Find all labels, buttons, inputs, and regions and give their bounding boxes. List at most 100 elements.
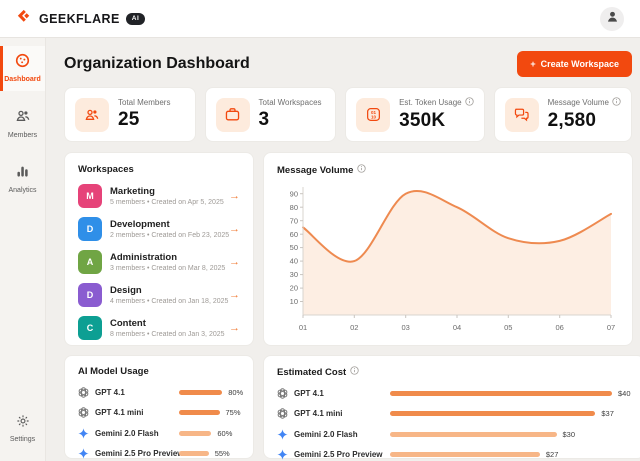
model-name: GPT 4.1 mini — [95, 408, 179, 417]
gemini-icon — [78, 428, 90, 439]
message-volume-panel: Message Volume 1020304050607080900102030… — [263, 152, 633, 346]
bottom-row: AI Model Usage GPT 4.180%GPT 4.1 mini75%… — [64, 355, 632, 459]
app-header: GEEKFLARE AI — [0, 0, 640, 38]
workspaces-title: Workspaces — [78, 164, 240, 175]
sidebar-item-analytics[interactable]: Analytics — [0, 157, 45, 202]
person-icon — [605, 9, 620, 29]
sidebar-spacer — [0, 212, 45, 407]
svg-text:90: 90 — [290, 189, 298, 198]
openai-icon — [277, 408, 289, 419]
middle-row: Workspaces MMarketing5 members • Created… — [64, 152, 632, 346]
stat-label: Message Volume — [548, 97, 621, 108]
openai-icon — [78, 407, 90, 418]
svg-text:50: 50 — [290, 243, 298, 252]
arrow-right-icon[interactable]: → — [229, 224, 240, 235]
stat-card-total-workspaces: Total Workspaces3 — [205, 87, 337, 142]
model-name: GPT 4.1 — [95, 388, 179, 397]
brand-ai-badge: AI — [126, 13, 146, 25]
brand-name: GEEKFLARE — [39, 12, 120, 26]
page-title: Organization Dashboard — [64, 55, 250, 73]
workspace-avatar: D — [78, 217, 102, 241]
model-value: 60% — [217, 429, 232, 438]
estimated-cost-row: GPT 4.1$40 — [277, 388, 631, 399]
arrow-right-icon[interactable]: → — [229, 323, 240, 334]
model-bar — [390, 391, 612, 396]
stat-value: 25 — [118, 109, 170, 131]
model-bar — [179, 410, 220, 415]
create-workspace-label: Create Workspace — [541, 59, 619, 69]
plus-icon: + — [530, 59, 535, 69]
workspace-name: Administration — [110, 252, 221, 263]
ai-model-usage-panel: AI Model Usage GPT 4.180%GPT 4.1 mini75%… — [64, 355, 254, 459]
arrow-right-icon[interactable]: → — [229, 257, 240, 268]
stat-card-est-token-usage: 0110 Est. Token Usage 350K — [345, 87, 485, 142]
create-workspace-button[interactable]: + Create Workspace — [517, 51, 632, 77]
svg-text:07: 07 — [607, 323, 615, 332]
model-bar — [390, 452, 540, 457]
gemini-icon — [277, 429, 289, 440]
svg-text:02: 02 — [350, 323, 358, 332]
workspace-row-administration: AAdministration3 members • Created on Ma… — [78, 250, 240, 274]
members-icon — [75, 98, 109, 132]
info-icon[interactable] — [465, 97, 474, 108]
stat-label: Est. Token Usage — [399, 97, 474, 108]
model-value: $30 — [563, 430, 576, 439]
members-icon — [15, 108, 31, 129]
workspace-list: MMarketing5 members • Created on Apr 5, … — [78, 184, 240, 340]
workspace-name: Content — [110, 318, 221, 329]
workspace-row-marketing: MMarketing5 members • Created on Apr 5, … — [78, 184, 240, 208]
stats-row: Total Members25Total Workspaces30110Est.… — [64, 87, 632, 142]
sidebar-item-settings[interactable]: Settings — [0, 407, 45, 451]
gemini-icon — [277, 449, 289, 460]
model-name: Gemini 2.0 Flash — [95, 429, 179, 438]
model-value: $40 — [618, 389, 631, 398]
estimated-cost-row: Gemini 2.0 Flash$30 — [277, 429, 631, 440]
svg-text:04: 04 — [453, 323, 461, 332]
model-usage-row: Gemini 2.5 Pro Preview55% — [78, 448, 240, 459]
svg-text:40: 40 — [290, 257, 298, 266]
workspace-row-content: CContent8 members • Created on Jan 3, 20… — [78, 316, 240, 340]
stat-value: 350K — [399, 110, 474, 132]
workspace-avatar: C — [78, 316, 102, 340]
model-usage-row: Gemini 2.0 Flash 60% — [78, 428, 240, 439]
sidebar-item-label: Members — [8, 132, 37, 139]
svg-text:05: 05 — [504, 323, 512, 332]
model-bar — [390, 411, 595, 416]
chat-icon — [505, 98, 539, 132]
sidebar-item-members[interactable]: Members — [0, 101, 45, 147]
workspace-row-development: D Development 2 members • Created on Feb 2… — [78, 217, 240, 241]
svg-text:03: 03 — [402, 323, 410, 332]
token-icon: 0110 — [356, 98, 390, 132]
workspace-avatar: D — [78, 283, 102, 307]
info-icon[interactable] — [357, 164, 366, 176]
svg-text:01: 01 — [299, 323, 307, 332]
workspace-meta: 4 members • Created on Jan 18, 2025 — [110, 298, 221, 305]
model-name: Gemini 2.5 Pro Preview — [294, 450, 390, 459]
stat-value: 3 — [259, 109, 322, 131]
brand-logo[interactable]: GEEKFLARE AI — [16, 8, 145, 30]
info-icon[interactable] — [612, 97, 621, 108]
arrow-right-icon[interactable]: → — [229, 290, 240, 301]
info-icon[interactable] — [350, 366, 359, 378]
title-row: Organization Dashboard + Create Workspac… — [64, 51, 632, 77]
estimated-cost-list: GPT 4.1$40GPT 4.1 mini$37Gemini 2.0 Flas… — [277, 388, 631, 461]
settings-icon — [16, 414, 30, 433]
model-name: GPT 4.1 mini — [294, 409, 390, 418]
workspace-meta: 2 members • Created on Feb 23, 2025 — [110, 232, 221, 239]
openai-icon — [277, 388, 289, 399]
workspace-name: Design — [110, 285, 221, 296]
user-avatar[interactable] — [600, 7, 624, 31]
model-usage-row: GPT 4.1 mini 75% — [78, 407, 240, 418]
message-volume-chart: 10203040506070809001020304050607 — [277, 179, 619, 335]
svg-text:30: 30 — [290, 270, 298, 279]
model-value: 75% — [226, 408, 241, 417]
sidebar: Dashboard Members Analytics Settings — [0, 38, 46, 461]
model-usage-row: GPT 4.180% — [78, 387, 240, 398]
arrow-right-icon[interactable]: → — [229, 191, 240, 202]
workspace-name: Marketing — [110, 186, 221, 197]
sidebar-item-dashboard[interactable]: Dashboard — [0, 46, 45, 91]
estimated-cost-title: Estimated Cost — [277, 366, 631, 378]
workspace-name: Development — [110, 219, 221, 230]
model-bar — [179, 431, 211, 436]
ai-model-usage-list: GPT 4.180% GPT 4.1 mini 75% Gemini 2.0 Flas… — [78, 387, 240, 460]
